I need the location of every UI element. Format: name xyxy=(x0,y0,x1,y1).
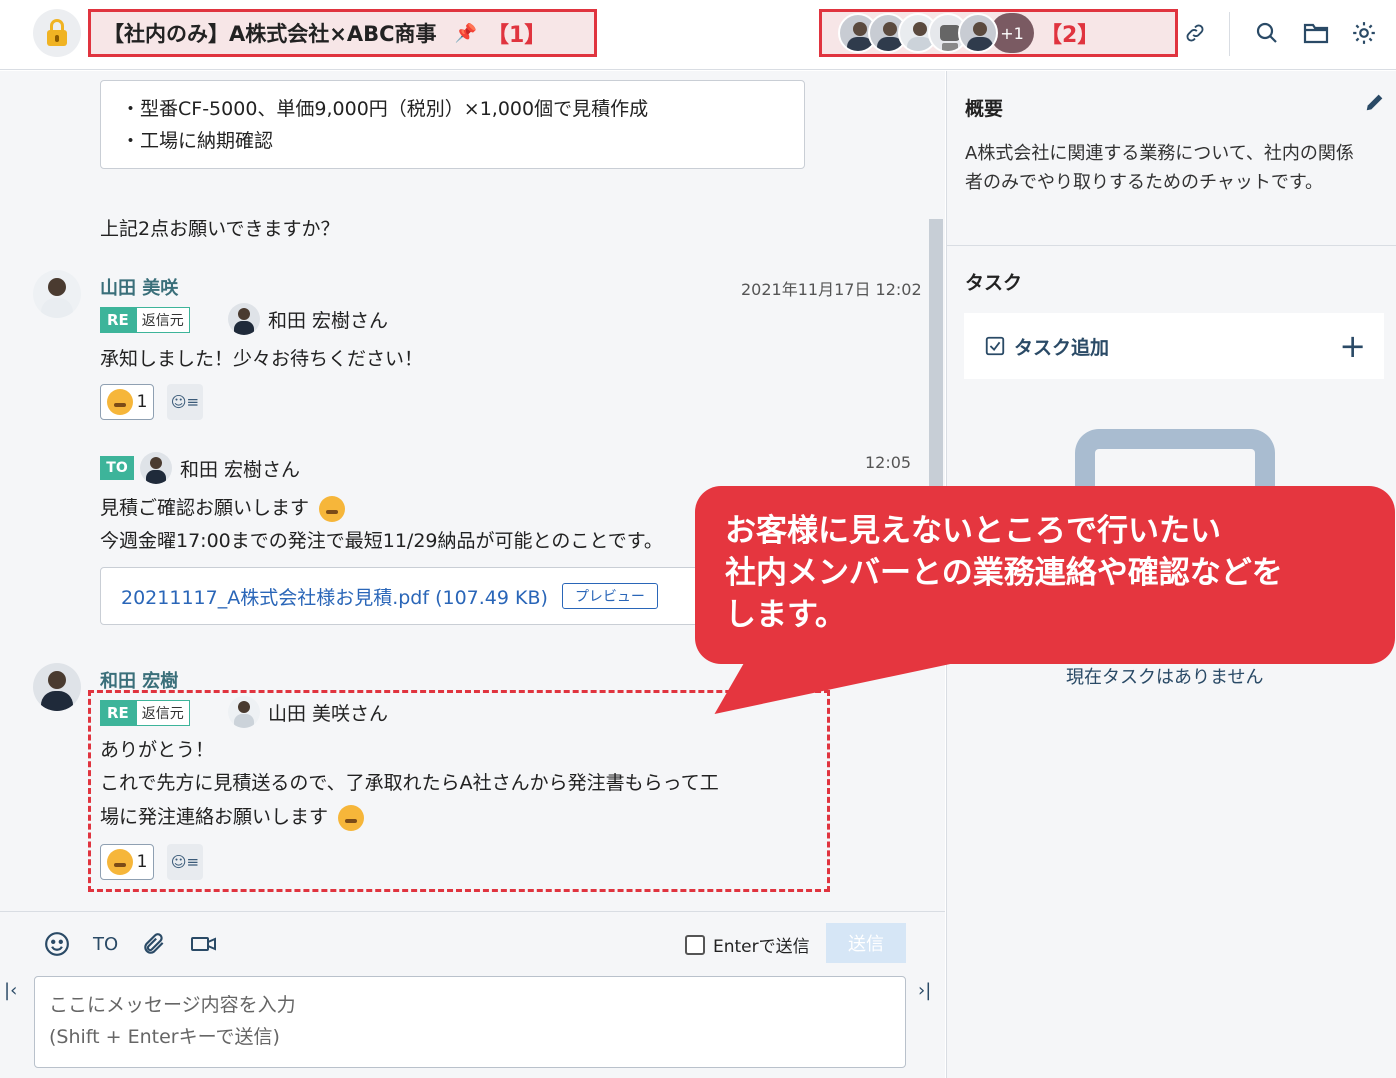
plus-icon[interactable]: + xyxy=(1339,327,1366,365)
message-text: 上記2点お願いできますか？ xyxy=(100,218,340,240)
reaction-button[interactable]: 1 xyxy=(100,384,154,420)
annotation-tag-2: 【2】 xyxy=(1040,23,1100,48)
collapse-right-icon[interactable]: ›| xyxy=(918,980,931,1001)
callout-line: お客様に見えないところで行いたい xyxy=(725,513,1221,549)
re-source-label: 返信元 xyxy=(135,307,190,333)
message-text: 今週金曜17:00までの発注で最短11/29納品が可能とのことです。 xyxy=(100,530,663,552)
to-target: 和田 宏樹さん xyxy=(140,452,300,484)
message-text-line: 見積ご確認お願いします xyxy=(100,497,310,519)
to-badge: TO xyxy=(100,456,134,480)
gear-icon[interactable] xyxy=(1349,18,1379,48)
overview-text: A株式会社に関連する業務について、社内の関係者のみでやり取りするためのチャットで… xyxy=(965,143,1354,193)
message-composer: TO Enterで送信 送信 |‹ ここにメッセージ内容を入力 (Shift +… xyxy=(0,911,945,1078)
member-list-highlight[interactable]: +1 【2】 xyxy=(819,9,1178,57)
avatar[interactable] xyxy=(33,270,81,318)
header-divider xyxy=(1229,12,1230,56)
reply-source-tag[interactable]: RE 返信元 xyxy=(100,307,190,333)
reaction-count: 1 xyxy=(136,392,148,412)
send-button[interactable]: 送信 xyxy=(826,923,906,963)
callout-line: します。 xyxy=(725,597,846,633)
collapse-left-icon[interactable]: |‹ xyxy=(4,980,17,1001)
highlight-dashed-frame xyxy=(88,690,830,892)
video-call-icon[interactable] xyxy=(190,930,218,958)
pin-icon[interactable]: 📌 xyxy=(455,23,477,44)
message-text: 見積ご確認お願いします xyxy=(100,493,346,522)
avatar[interactable] xyxy=(33,663,81,711)
lock-icon xyxy=(33,9,81,57)
no-task-message: 現在タスクはありません xyxy=(1066,667,1264,688)
callout-line: 社内メンバーとの業務連絡や確認などを xyxy=(725,555,1283,591)
add-task-label: タスク追加 xyxy=(1014,336,1110,359)
annotation-callout: お客様に見えないところで行いたい 社内メンバーとの業務連絡や確認などを します。 xyxy=(695,486,1395,664)
preview-button[interactable]: プレビュー xyxy=(561,583,658,609)
attach-icon[interactable] xyxy=(141,930,167,958)
divider xyxy=(947,245,1396,246)
message-timestamp: 2021年11月17日 12:02 xyxy=(741,280,922,299)
placeholder-line: ここにメッセージ内容を入力 xyxy=(49,994,296,1016)
read-status-icon[interactable]: ☺≡ xyxy=(167,384,203,420)
checkbox-icon xyxy=(985,336,1005,356)
quote-line: ・工場に納期確認 xyxy=(121,130,274,152)
reply-target-name: 和田 宏樹さん xyxy=(268,309,389,332)
emoji-icon xyxy=(106,389,133,415)
to-button[interactable]: TO xyxy=(93,930,118,958)
enter-to-send-label: Enterで送信 xyxy=(713,937,810,957)
annotation-tag-1: 【1】 xyxy=(486,23,547,48)
overview-title: 概要 xyxy=(965,98,1004,120)
avatar xyxy=(140,452,172,484)
re-badge: RE xyxy=(100,307,136,333)
message-input[interactable]: ここにメッセージ内容を入力 (Shift + Enterキーで送信) xyxy=(34,976,906,1068)
chat-header: 【社内のみ】A株式会社×ABC商事 📌 【1】 +1 【2】 xyxy=(0,0,1396,70)
callout-pointer xyxy=(714,656,988,714)
to-target-name: 和田 宏樹さん xyxy=(180,458,301,481)
task-title: タスク xyxy=(965,272,1023,294)
checkbox[interactable] xyxy=(685,934,705,955)
room-title-highlight[interactable]: 【社内のみ】A株式会社×ABC商事 📌 【1】 xyxy=(88,9,597,57)
add-task-button[interactable]: タスク追加 + xyxy=(964,313,1384,379)
file-attachment: 20211117_A株式会社様お見積.pdf (107.49 KB) プレビュー xyxy=(100,567,700,625)
emoji-icon xyxy=(319,495,346,522)
quote-line: ・型番CF-5000、単価9,000円（税別）×1,000個で見積作成 xyxy=(121,98,649,120)
placeholder-line: (Shift + Enterキーで送信) xyxy=(49,1026,280,1048)
folder-icon[interactable] xyxy=(1301,18,1331,48)
room-title: 【社内のみ】A株式会社×ABC商事 xyxy=(103,22,437,46)
message-text: 承知しました！少々お待ちください！ xyxy=(100,348,424,370)
avatar xyxy=(228,303,260,335)
enter-to-send-checkbox[interactable]: Enterで送信 xyxy=(685,932,810,957)
message-timestamp: 12:05 xyxy=(865,453,912,472)
file-link[interactable]: 20211117_A株式会社様お見積.pdf (107.49 KB) xyxy=(121,583,548,610)
message-author[interactable]: 山田 美咲 xyxy=(100,274,178,300)
link-icon[interactable] xyxy=(1180,18,1210,48)
quoted-message-box: ・型番CF-5000、単価9,000円（税別）×1,000個で見積作成 ・工場に… xyxy=(100,80,805,169)
member-avatar[interactable] xyxy=(958,13,998,53)
edit-icon[interactable] xyxy=(1364,91,1386,117)
search-icon[interactable] xyxy=(1252,18,1282,48)
emoji-picker-icon[interactable] xyxy=(44,930,70,958)
reply-target: 和田 宏樹さん xyxy=(228,303,388,335)
